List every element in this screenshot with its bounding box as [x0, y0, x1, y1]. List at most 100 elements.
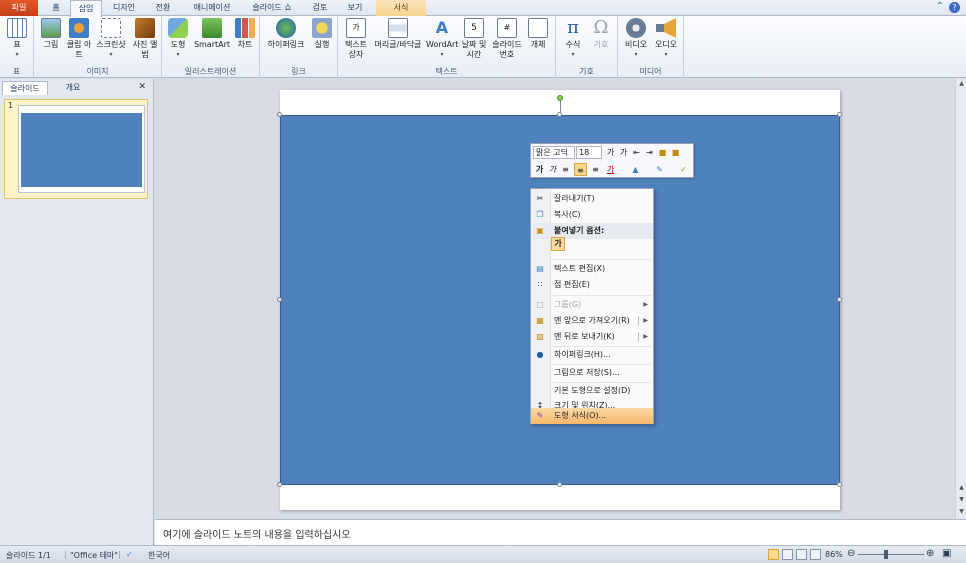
close-icon[interactable]: ✕	[138, 82, 146, 92]
wordart-button[interactable]: A WordArt ▾	[426, 18, 458, 60]
textbox-button[interactable]: 가 텍스트 상자	[341, 18, 371, 60]
video-button[interactable]: 비디오 ▾	[622, 18, 650, 60]
menu-item-edit-text[interactable]: ▤ 텍스트 편집(X)	[531, 261, 653, 277]
zoom-in-icon[interactable]: ⊕	[926, 548, 934, 559]
resize-handle-sw[interactable]	[277, 482, 282, 487]
menu-item-set-default-shape[interactable]: 기본 도형으로 설정(D)	[531, 383, 653, 399]
date-time-button[interactable]: 5 날짜 및 시간	[459, 18, 489, 60]
slide-number-button[interactable]: # 슬라이드 번호	[490, 18, 524, 60]
font-color-icon[interactable]: 가	[604, 163, 617, 176]
spell-check-icon[interactable]: ✓	[126, 550, 133, 559]
resize-handle-ne[interactable]	[837, 112, 842, 117]
shapes-button[interactable]: 도형 ▾	[166, 18, 190, 60]
menu-item-cut[interactable]: ✂ 잘라내기(T)	[531, 191, 653, 207]
outline-color-icon[interactable]: ✎	[653, 163, 666, 176]
menu-item-copy[interactable]: ❐ 복사(C)	[531, 207, 653, 223]
shrink-font-icon[interactable]: 가	[617, 146, 630, 159]
menu-item-group[interactable]: □ 그룹(G) ▶	[531, 297, 653, 313]
tab-file[interactable]: 파일	[0, 0, 38, 16]
align-right-icon[interactable]: ≡	[589, 163, 602, 176]
collapse-ribbon-icon[interactable]: ⌃	[936, 1, 944, 12]
theme-name[interactable]: "Office 테마"	[70, 550, 118, 561]
group-links: 하이퍼링크 실행 링크	[260, 16, 338, 78]
rotation-handle[interactable]	[557, 95, 563, 101]
tab-insert[interactable]: 삽입	[70, 0, 102, 17]
slide-sorter-view-icon[interactable]	[782, 549, 793, 560]
scroll-down-icon[interactable]: ▼	[956, 507, 966, 517]
menu-item-send-to-back[interactable]: ▧ 맨 뒤로 보내기(K) ▶	[531, 329, 653, 345]
resize-handle-s[interactable]	[557, 482, 562, 487]
group-media: 비디오 ▾ 오디오 ▾ 미디어	[618, 16, 684, 78]
screenshot-button[interactable]: 스크린샷 ▾	[94, 18, 128, 60]
symbol-button[interactable]: Ω 기호	[588, 18, 614, 50]
menu-item-format-shape[interactable]: ✎ 도형 서식(O)...	[531, 408, 653, 424]
font-name-field[interactable]: 맑은 고딕	[533, 146, 575, 159]
fit-to-window-icon[interactable]: ▣	[942, 548, 951, 559]
equation-button[interactable]: π 수식 ▾	[560, 18, 586, 60]
slide-thumbnail[interactable]	[4, 99, 148, 199]
photo-album-button[interactable]: 사진 앨범	[131, 18, 159, 60]
menu-item-save-as-picture[interactable]: 그림으로 저장(S)...	[531, 365, 653, 381]
align-left-icon[interactable]: ≡	[559, 163, 572, 176]
resize-handle-se[interactable]	[837, 482, 842, 487]
tab-slideshow[interactable]: 슬라이드 쇼	[244, 0, 300, 16]
hyperlink-button[interactable]: 하이퍼링크	[264, 18, 308, 50]
menu-item-hyperlink[interactable]: ● 하이퍼링크(H)...	[531, 347, 653, 363]
slideshow-view-icon[interactable]	[810, 549, 821, 560]
tab-animations[interactable]: 애니메이션	[184, 0, 240, 16]
increase-indent-icon[interactable]: ⇥	[643, 146, 656, 159]
chart-button[interactable]: 차트	[234, 18, 256, 50]
tab-format[interactable]: 서식	[376, 0, 426, 16]
group-symbols: π 수식 ▾ Ω 기호 기호	[556, 16, 618, 78]
font-size-field[interactable]: 18	[576, 146, 602, 159]
picture-button[interactable]: 그림	[38, 18, 64, 50]
align-center-icon[interactable]: ≡	[574, 163, 587, 176]
header-footer-button[interactable]: 머리글/바닥글	[372, 18, 424, 50]
tab-review[interactable]: 검토	[304, 0, 336, 16]
prev-slide-icon[interactable]: ▲	[956, 483, 966, 493]
normal-view-icon[interactable]	[768, 549, 779, 560]
grow-font-icon[interactable]: 가	[604, 146, 617, 159]
decrease-indent-icon[interactable]: ⇤	[630, 146, 643, 159]
zoom-slider-thumb[interactable]	[884, 550, 888, 559]
help-icon[interactable]: ?	[949, 2, 960, 13]
format-brush-icon[interactable]: ✓	[677, 163, 690, 176]
format-shape-icon: ✎	[536, 411, 544, 420]
table-button[interactable]: 표 ▾	[5, 18, 29, 60]
next-slide-icon[interactable]: ▼	[956, 495, 966, 505]
language[interactable]: 한국어	[148, 550, 170, 561]
tab-transitions[interactable]: 전환	[146, 0, 180, 16]
object-button[interactable]: 개체	[526, 18, 550, 50]
menu-item-bring-to-front[interactable]: ▦ 맨 앞으로 가져오기(R) ▶	[531, 313, 653, 329]
italic-icon[interactable]: 가	[546, 163, 559, 176]
notes-pane[interactable]: 여기에 슬라이드 노트의 내용을 입력하십시오	[155, 519, 966, 545]
zoom-out-icon[interactable]: ⊖	[847, 548, 855, 559]
resize-handle-w[interactable]	[277, 297, 282, 302]
reading-view-icon[interactable]	[796, 549, 807, 560]
action-button[interactable]: 실행	[310, 18, 334, 50]
menu-item-edit-points[interactable]: ∷ 점 편집(E)	[531, 277, 653, 293]
resize-handle-e[interactable]	[837, 297, 842, 302]
fill-color-icon[interactable]: ▲	[629, 163, 642, 176]
tab-view[interactable]: 보기	[338, 0, 372, 16]
clipart-button[interactable]: 클립 아트	[66, 18, 92, 60]
tab-slides[interactable]: 슬라이드	[2, 81, 48, 95]
smartart-button[interactable]: SmartArt	[192, 18, 232, 50]
shape-style-icon[interactable]: ■	[669, 146, 682, 159]
resize-handle-n[interactable]	[557, 112, 562, 117]
format-painter-icon[interactable]: ■	[656, 146, 669, 159]
tab-home[interactable]: 홈	[42, 0, 70, 16]
audio-button[interactable]: 오디오 ▾	[652, 18, 680, 60]
zoom-slider[interactable]	[858, 554, 924, 555]
bold-icon[interactable]: 가	[533, 163, 546, 176]
hyperlink-globe-icon	[276, 18, 296, 38]
submenu-arrow-icon[interactable]: ▶	[643, 329, 648, 345]
vertical-scrollbar[interactable]: ▲ ▲ ▼ ▼	[955, 79, 966, 519]
tab-design[interactable]: 디자인	[104, 0, 144, 16]
scroll-up-icon[interactable]: ▲	[956, 79, 966, 89]
zoom-level[interactable]: 86%	[825, 550, 843, 559]
submenu-arrow-icon[interactable]: ▶	[643, 313, 648, 329]
resize-handle-nw[interactable]	[277, 112, 282, 117]
paste-keep-text-button[interactable]: 가	[551, 237, 565, 251]
tab-outline[interactable]: 개요	[50, 81, 96, 95]
